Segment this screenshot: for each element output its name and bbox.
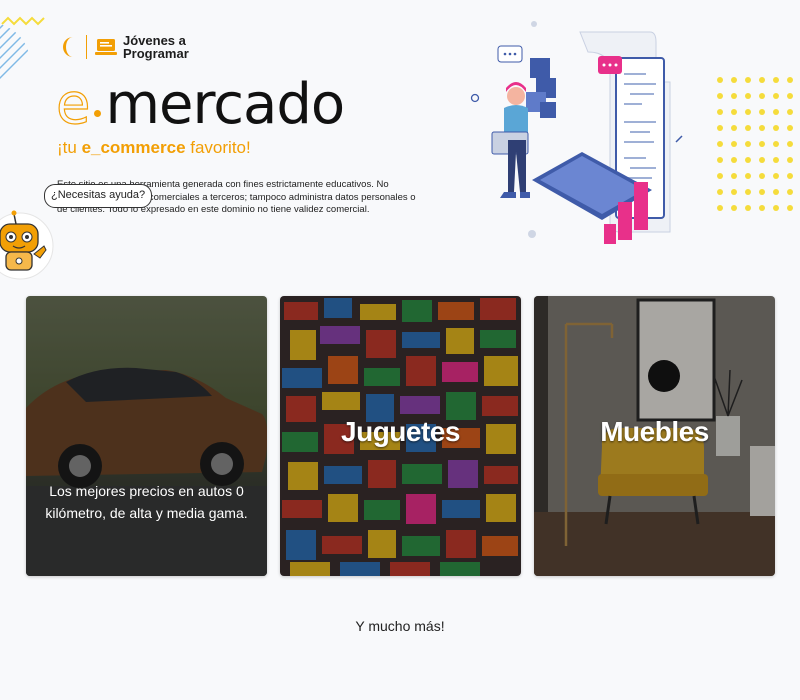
- site-title: e mercado: [55, 72, 345, 137]
- tagline: ¡tu e_commerce favorito!: [57, 138, 251, 158]
- brand-line-2: Programar: [123, 46, 189, 61]
- site-title-main: mercado: [105, 72, 345, 137]
- page: Jóvenes a Programar e mercado ¡tu e_comm…: [0, 0, 800, 700]
- site-title-prefix: e: [55, 72, 91, 137]
- category-caption-autos: Los mejores precios en autos 0 kilómetro…: [45, 483, 248, 521]
- category-cards: Los mejores precios en autos 0 kilómetro…: [26, 296, 775, 576]
- brand-separator: [86, 35, 87, 59]
- brand-name: Jóvenes a Programar: [123, 34, 189, 60]
- tagline-start: ¡tu: [57, 138, 82, 157]
- card-overlay: [26, 296, 267, 576]
- category-card-juguetes[interactable]: Juguetes: [280, 296, 521, 576]
- laptop-logo-icon: [95, 39, 117, 55]
- striped-circle-decoration: [0, 23, 30, 103]
- category-caption-juguetes: Juguetes: [341, 416, 460, 447]
- ecommerce-illustration: [470, 21, 683, 244]
- more-link[interactable]: Y mucho más!: [0, 618, 800, 634]
- dot-grid-decoration: [717, 77, 793, 211]
- category-card-autos[interactable]: Los mejores precios en autos 0 kilómetro…: [26, 296, 267, 576]
- help-bubble[interactable]: ¿Necesitas ayuda?: [44, 184, 153, 208]
- tagline-end: favorito!: [185, 138, 251, 157]
- robot-assistant-icon[interactable]: [0, 206, 54, 282]
- title-dot: [94, 109, 102, 117]
- category-caption-muebles: Muebles: [600, 416, 709, 447]
- category-card-muebles[interactable]: Muebles: [534, 296, 775, 576]
- brand-logo[interactable]: Jóvenes a Programar: [60, 34, 189, 60]
- tagline-bold: e_commerce: [81, 138, 186, 157]
- moon-logo-icon: [63, 37, 73, 57]
